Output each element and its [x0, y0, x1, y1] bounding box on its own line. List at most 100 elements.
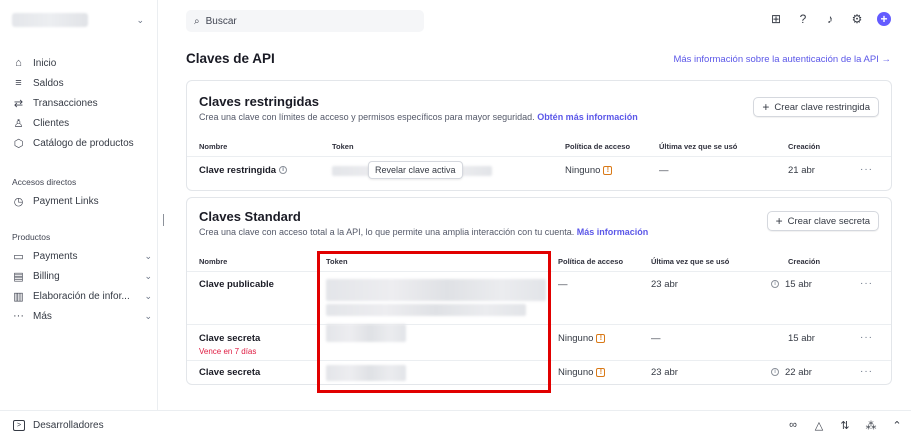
- gear-icon[interactable]: ⚙: [850, 12, 864, 26]
- nav-item-billing[interactable]: ▤ Billing ⌄: [12, 266, 152, 286]
- nav-label: Payment Links: [33, 195, 99, 207]
- clock-icon: ◷: [13, 195, 24, 208]
- webhook-icon[interactable]: ⁂: [865, 419, 877, 432]
- expand-icon[interactable]: ⌃: [891, 419, 903, 432]
- help-icon[interactable]: ?: [796, 12, 810, 26]
- nav-label: Inicio: [33, 57, 57, 69]
- col-policy: Política de acceso: [565, 142, 631, 151]
- wallet-icon: ▭: [13, 250, 24, 263]
- alert-icon[interactable]: △: [813, 419, 825, 432]
- policy-cell: Ninguno!: [565, 165, 613, 176]
- standard-learn-more-link[interactable]: Más información: [577, 227, 649, 237]
- standard-description: Crea una clave con acceso total a la API…: [199, 227, 648, 237]
- col-policy: Política de acceso: [558, 257, 624, 266]
- nav-item-payment-links[interactable]: ◷ Payment Links: [12, 191, 152, 211]
- nav-label: Saldos: [33, 77, 64, 89]
- key-name: Clave secreta: [199, 333, 261, 344]
- nav-label: Transacciones: [33, 97, 98, 109]
- last-used-cell: —: [651, 333, 661, 344]
- chevron-down-icon: ⌄: [144, 290, 152, 301]
- info-icon[interactable]: i: [771, 280, 779, 289]
- col-created: Creación: [788, 257, 821, 266]
- chevron-down-icon: ⌄: [136, 14, 144, 25]
- bottom-bar: > Desarrolladores ∞ △ ⇅ ⁂ ⌃: [0, 410, 911, 440]
- policy-value: Ninguno: [558, 367, 594, 378]
- nav-item-clientes[interactable]: ♙ Clientes: [12, 113, 152, 133]
- created-cell: i 15 abr: [771, 279, 812, 290]
- nav-label: Clientes: [33, 117, 70, 129]
- created-cell: i 22 abr: [771, 367, 812, 378]
- row-menu-icon[interactable]: ···: [860, 332, 873, 343]
- policy-cell: Ninguno!: [558, 367, 606, 378]
- row-menu-icon[interactable]: ···: [860, 164, 873, 175]
- sidebar-resize-handle[interactable]: [163, 214, 164, 226]
- sort-arrows-icon[interactable]: ⇅: [839, 419, 851, 432]
- info-icon[interactable]: i: [279, 166, 288, 175]
- search-placeholder: Buscar: [205, 15, 237, 27]
- nav-label: Payments: [33, 250, 78, 262]
- chevron-down-icon: ⌄: [144, 250, 152, 261]
- plus-icon: +: [775, 214, 783, 228]
- nav-label: Más: [33, 310, 52, 322]
- restricted-learn-more-link[interactable]: Obtén más información: [537, 112, 638, 122]
- plus-icon: +: [762, 100, 770, 114]
- row-menu-icon[interactable]: ···: [860, 278, 873, 289]
- warning-icon[interactable]: !: [596, 333, 606, 343]
- bell-icon[interactable]: ♪: [823, 12, 837, 26]
- arrows-icon: ⇄: [13, 97, 24, 110]
- col-last-used: Última vez que se usó: [651, 257, 730, 266]
- page-title: Claves de API: [186, 51, 275, 66]
- created-cell: 15 abr: [788, 333, 815, 344]
- policy-value: Ninguno: [565, 165, 601, 176]
- key-name: Clave restringida: [199, 165, 277, 176]
- apps-icon[interactable]: ⊞: [769, 12, 783, 26]
- binoculars-icon[interactable]: ∞: [787, 419, 799, 431]
- chart-icon: ▥: [13, 290, 24, 303]
- nav-item-reports[interactable]: ▥ Elaboración de infor... ⌄: [12, 286, 152, 306]
- nav-item-payments[interactable]: ▭ Payments ⌄: [12, 246, 152, 266]
- policy-cell: Ninguno!: [558, 333, 606, 344]
- last-used-cell: 23 abr: [651, 279, 678, 290]
- col-name: Nombre: [199, 142, 228, 151]
- balance-icon: ≡: [15, 77, 22, 89]
- warning-icon[interactable]: !: [596, 367, 606, 377]
- nav-item-inicio[interactable]: ⌂ Inicio: [12, 53, 152, 73]
- nav-item-catalogo[interactable]: ⬡ Catálogo de productos: [12, 133, 152, 153]
- last-used-cell: 23 abr: [651, 367, 678, 378]
- restricted-description: Crea una clave con límites de acceso y p…: [199, 112, 638, 122]
- products-section: Productos ▭ Payments ⌄ ▤ Billing ⌄ ▥ Elaborac…: [12, 228, 152, 326]
- nav-item-more[interactable]: ··· Más ⌄: [12, 306, 152, 326]
- nav-item-transacciones[interactable]: ⇄ Transacciones: [12, 93, 152, 113]
- create-secret-key-button[interactable]: + Crear clave secreta: [766, 211, 879, 231]
- policy-value: Ninguno: [558, 333, 594, 344]
- developers-button[interactable]: > Desarrolladores: [13, 420, 104, 431]
- key-name: Clave publicable: [199, 279, 274, 290]
- nav-label: Elaboración de infor...: [33, 290, 130, 302]
- created-value: 15 abr: [785, 279, 812, 290]
- col-token: Token: [332, 142, 354, 151]
- account-switcher[interactable]: ⌄: [12, 9, 144, 31]
- shortcuts-section: Accesos directos ◷ Payment Links: [12, 173, 152, 211]
- box-icon: ⬡: [13, 137, 24, 150]
- info-icon[interactable]: i: [771, 368, 779, 377]
- chevron-down-icon: ⌄: [144, 310, 152, 321]
- search-input[interactable]: ⌕ Buscar: [186, 10, 424, 32]
- nav-item-saldos[interactable]: ≡ Saldos: [12, 73, 152, 93]
- key-name: Clave secreta: [199, 367, 261, 378]
- table-row-name: Clave restringida i: [199, 165, 288, 176]
- api-auth-link[interactable]: Más información sobre la autenticación d…: [673, 54, 891, 65]
- reveal-key-button[interactable]: Revelar clave activa: [368, 161, 463, 179]
- row-menu-icon[interactable]: ···: [860, 366, 873, 377]
- sidebar: ⌄ ⌂ Inicio ≡ Saldos ⇄ Transacciones ♙ Client…: [0, 0, 158, 410]
- products-title: Productos: [12, 232, 51, 242]
- chevron-down-icon: ⌄: [144, 270, 152, 281]
- restricted-keys-card: Claves restringidas Crea una clave con l…: [186, 80, 892, 191]
- standard-description-text: Crea una clave con acceso total a la API…: [199, 227, 575, 237]
- divider: [187, 156, 891, 157]
- create-restricted-key-button[interactable]: + Crear clave restringida: [753, 97, 879, 117]
- nav-label: Billing: [33, 270, 60, 282]
- account-name-redacted: [12, 13, 88, 27]
- restricted-title: Claves restringidas: [199, 94, 319, 109]
- warning-icon[interactable]: !: [603, 165, 613, 175]
- create-plus-icon[interactable]: +: [877, 12, 891, 26]
